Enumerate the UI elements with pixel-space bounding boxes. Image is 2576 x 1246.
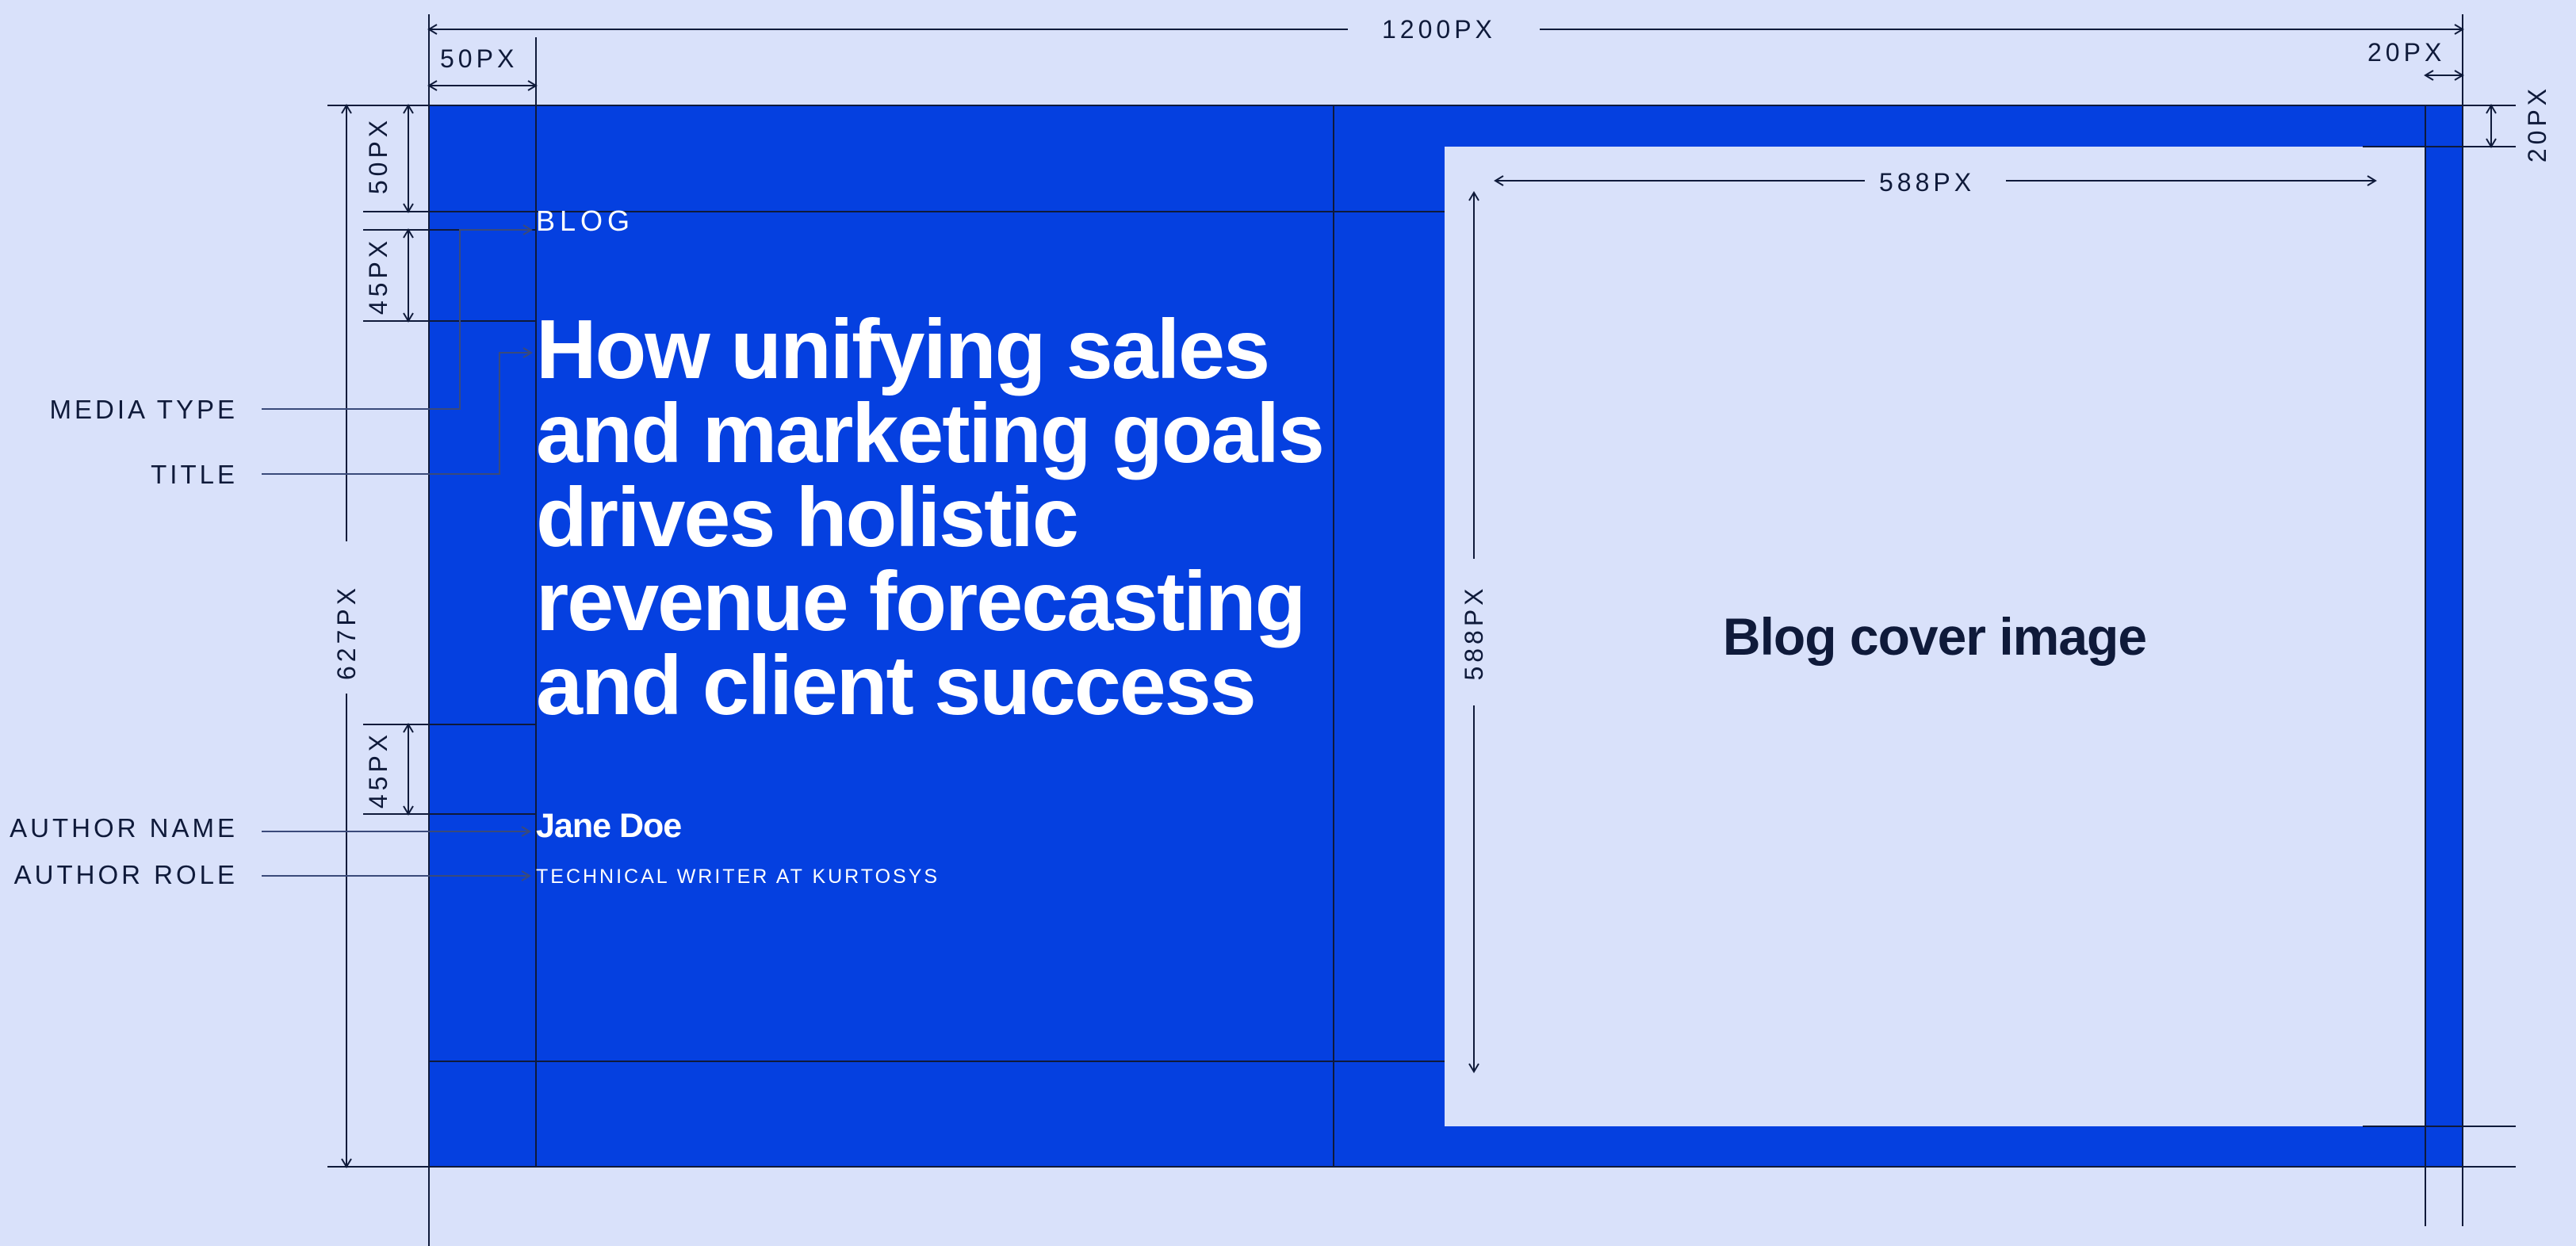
dim-total-width: 1200PX [1368,17,1510,42]
dim-image-width: 588PX [1865,170,1990,195]
dim-image-top-padding: 20PX [2523,84,2551,163]
dim-top-padding: 50PX [364,116,392,195]
media-type-label: BLOG [536,204,635,237]
dim-right-padding: 20PX [2364,40,2449,65]
dim-author-gap: 45PX [364,730,392,809]
callout-title: TITLE [151,460,238,489]
author-name: Jane Doe [536,807,682,845]
author-role: TECHNICAL WRITER AT KURTOSYS [536,866,940,888]
dim-image-height: 588PX [1460,581,1488,684]
callout-author-name: AUTHOR NAME [10,813,238,843]
dim-title-gap: 45PX [364,236,392,315]
callout-author-role: AUTHOR ROLE [13,860,238,889]
dim-left-padding: 50PX [440,44,519,73]
dim-total-height: 627PX [332,583,361,680]
callout-media-type: MEDIA TYPE [49,395,238,424]
blog-title: How unifying sales and marketing goals d… [536,303,1325,732]
